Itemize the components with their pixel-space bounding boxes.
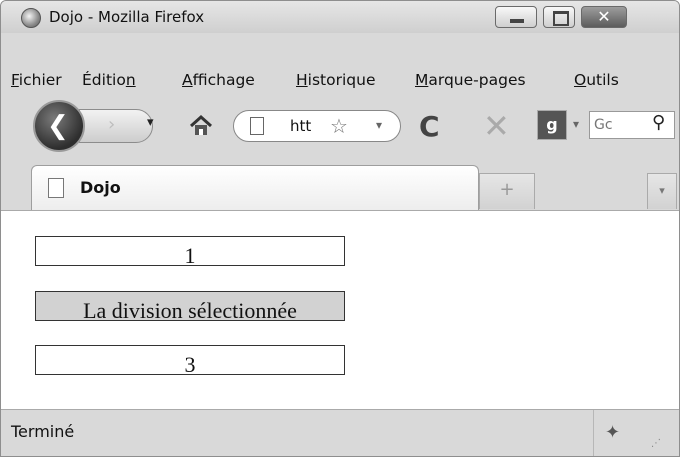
url-bar[interactable]: htt ☆ ▾ bbox=[233, 110, 401, 142]
minimize-button[interactable] bbox=[495, 6, 537, 28]
window-title: Dojo - Mozilla Firefox bbox=[49, 8, 205, 26]
addon-icon[interactable]: ✦ bbox=[605, 422, 620, 443]
page-icon bbox=[250, 117, 264, 135]
menu-outils[interactable]: Outils bbox=[574, 65, 619, 95]
maximize-icon bbox=[553, 11, 569, 26]
minimize-icon bbox=[510, 19, 524, 23]
list-all-tabs-button[interactable]: ▾ bbox=[647, 173, 677, 209]
menu-historique[interactable]: Historique bbox=[296, 65, 375, 95]
title-bar: Dojo - Mozilla Firefox ✕ bbox=[1, 1, 679, 33]
reload-icon[interactable]: C bbox=[419, 110, 440, 143]
back-button[interactable]: ❮ bbox=[33, 100, 85, 152]
browser-window: Dojo - Mozilla Firefox ✕ Fichier Édition… bbox=[0, 0, 680, 457]
firefox-logo-icon bbox=[21, 8, 41, 28]
url-text[interactable]: htt bbox=[290, 117, 311, 135]
division-1[interactable]: 1 bbox=[35, 236, 345, 266]
resize-grip-icon[interactable]: ⋰ bbox=[651, 438, 669, 452]
back-arrow-icon: ❮ bbox=[47, 111, 69, 141]
page-icon bbox=[48, 178, 64, 198]
menu-fichier[interactable]: Fichier bbox=[11, 65, 62, 95]
status-bar: Terminé ✦ ⋰ bbox=[1, 409, 679, 456]
engine-dropdown-icon[interactable]: ▾ bbox=[573, 117, 579, 131]
tab-strip: Dojo + ▾ bbox=[1, 160, 679, 210]
menu-bar: Fichier Édition Affichage Historique Mar… bbox=[1, 65, 679, 95]
status-divider bbox=[593, 410, 594, 456]
tab-title: Dojo bbox=[80, 178, 121, 197]
page-content: 1 La division sélectionnée 3 bbox=[1, 210, 679, 410]
status-text: Terminé bbox=[11, 422, 75, 441]
forward-arrow-icon: › bbox=[108, 114, 116, 135]
navigation-toolbar: › ❮ ▾ htt ☆ ▾ C ✕ g ▾ Gc ⚲ bbox=[1, 97, 679, 157]
stop-icon[interactable]: ✕ bbox=[483, 107, 510, 145]
menu-marque-pages[interactable]: Marque-pages bbox=[415, 65, 526, 95]
close-button[interactable]: ✕ bbox=[581, 6, 627, 28]
new-tab-button[interactable]: + bbox=[479, 173, 535, 209]
search-icon[interactable]: ⚲ bbox=[652, 112, 665, 133]
url-dropdown-icon[interactable]: ▾ bbox=[376, 118, 382, 132]
menu-edition[interactable]: Édition bbox=[82, 65, 136, 95]
close-icon: ✕ bbox=[597, 7, 611, 26]
google-icon[interactable]: g bbox=[537, 110, 567, 140]
maximize-button[interactable] bbox=[543, 6, 575, 28]
tab-dojo[interactable]: Dojo bbox=[31, 165, 479, 210]
history-dropdown-icon[interactable]: ▾ bbox=[147, 115, 154, 130]
division-3[interactable]: 3 bbox=[35, 345, 345, 375]
search-bar: g ▾ Gc ⚲ bbox=[533, 108, 675, 144]
division-selected[interactable]: La division sélectionnée bbox=[35, 291, 345, 321]
menu-affichage[interactable]: Affichage bbox=[182, 65, 255, 95]
home-icon[interactable] bbox=[187, 112, 215, 140]
star-icon[interactable]: ☆ bbox=[330, 114, 348, 138]
forward-button[interactable]: › bbox=[79, 109, 153, 143]
